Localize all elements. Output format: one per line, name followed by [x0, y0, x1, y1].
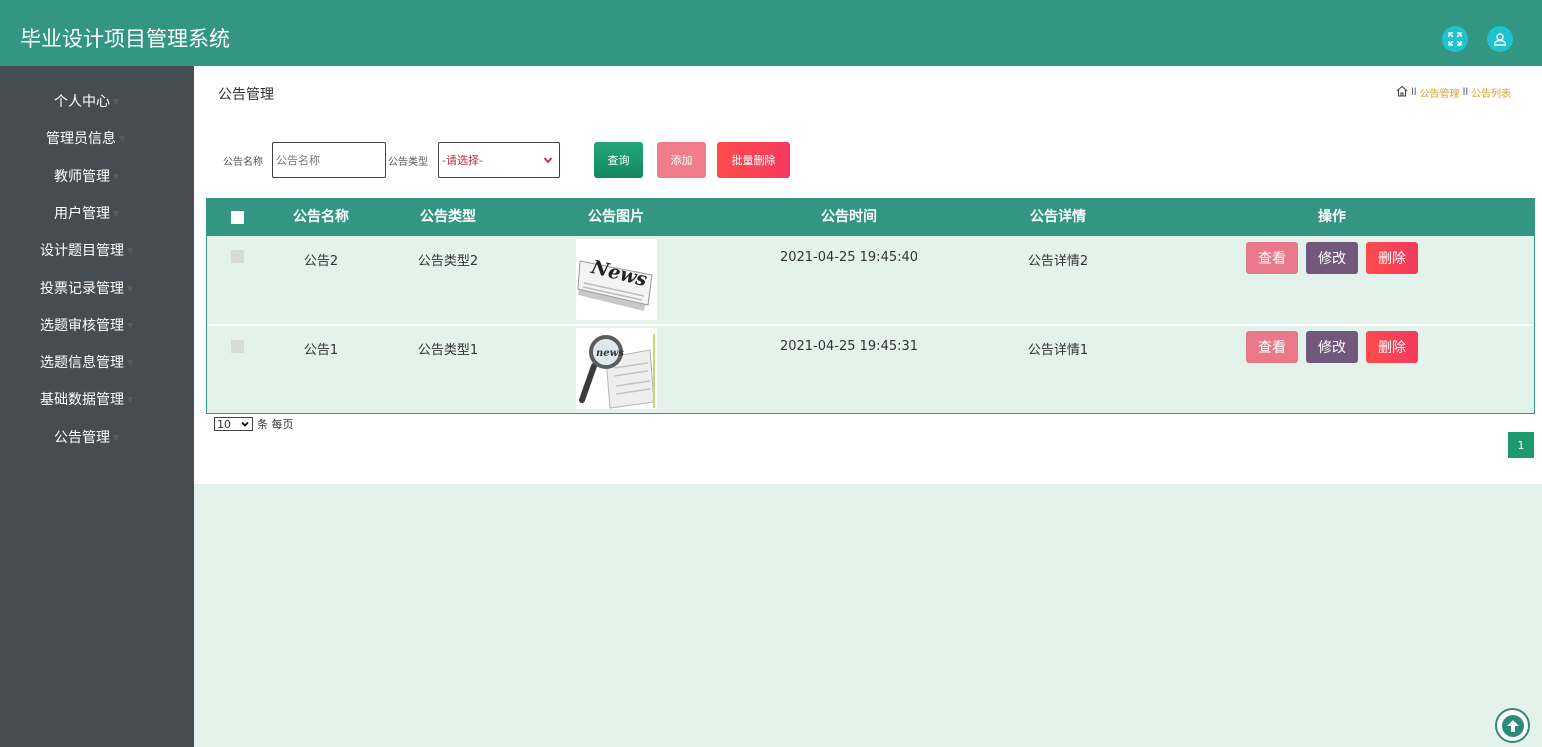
- cell-notice-time: 2021-04-25 19:45:31: [779, 339, 919, 354]
- sidebar-item-label: 教师管理: [54, 169, 110, 185]
- notice-name-input[interactable]: [272, 142, 386, 178]
- sidebar-item-design-topic-management[interactable]: 设计题目管理 ▼: [40, 238, 133, 262]
- edit-button[interactable]: 修改: [1306, 331, 1358, 363]
- view-button[interactable]: 查看: [1246, 242, 1298, 274]
- sidebar-item-notice-management[interactable]: 公告管理 ▼: [54, 425, 119, 449]
- page-size-value: 10: [217, 417, 231, 431]
- column-header-detail: 公告详情: [1030, 209, 1086, 225]
- column-header-type: 公告类型: [420, 209, 476, 225]
- column-header-actions: 操作: [1318, 209, 1346, 225]
- sidebar-item-label: 用户管理: [54, 206, 110, 222]
- notice-type-label: 公告类型: [388, 157, 428, 168]
- column-header-image: 公告图片: [588, 209, 644, 225]
- sidebar-item-label: 基础数据管理: [40, 392, 124, 408]
- sidebar-item-label: 投票记录管理: [40, 281, 124, 297]
- batch-delete-button[interactable]: 批量删除: [717, 142, 790, 178]
- sidebar-item-admin-info[interactable]: 管理员信息 ▼: [46, 126, 125, 150]
- sidebar-item-label: 选题审核管理: [40, 318, 124, 334]
- news-newspaper-image[interactable]: News: [576, 239, 657, 320]
- caret-down-icon: ▼: [113, 171, 120, 181]
- sidebar-item-label: 公告管理: [54, 430, 110, 446]
- page-size-select[interactable]: 10: [214, 417, 253, 431]
- breadcrumb-separator: ll: [1462, 87, 1469, 98]
- delete-button[interactable]: 删除: [1366, 242, 1418, 274]
- delete-button[interactable]: 删除: [1366, 331, 1418, 363]
- notice-type-selected: -请选择-: [442, 154, 483, 167]
- sidebar-item-topic-review-management[interactable]: 选题审核管理 ▼: [40, 313, 133, 337]
- svg-text:news: news: [596, 348, 624, 359]
- notice-name-label: 公告名称: [223, 157, 263, 168]
- page-number-button[interactable]: 1: [1508, 432, 1534, 458]
- cell-notice-detail: 公告详情1: [1027, 343, 1089, 358]
- home-icon[interactable]: [1396, 85, 1408, 100]
- cell-notice-time: 2021-04-25 19:45:40: [779, 250, 919, 265]
- caret-down-icon: ▼: [127, 245, 134, 255]
- sidebar-item-personal-center[interactable]: 个人中心 ▼: [54, 89, 119, 113]
- top-bar: [0, 0, 1542, 66]
- page-title: 公告管理: [218, 87, 274, 103]
- breadcrumb-separator: ll: [1411, 87, 1417, 98]
- sidebar-item-label: 选题信息管理: [40, 355, 124, 371]
- sidebar-item-base-data-management[interactable]: 基础数据管理 ▼: [40, 387, 133, 411]
- cell-notice-name: 公告2: [303, 254, 339, 269]
- edit-button[interactable]: 修改: [1306, 242, 1358, 274]
- column-header-name: 公告名称: [293, 209, 349, 225]
- sidebar-item-label: 管理员信息: [46, 131, 116, 147]
- caret-down-icon: ▼: [113, 208, 120, 218]
- sidebar-item-label: 个人中心: [54, 94, 110, 110]
- cell-notice-type: 公告类型1: [417, 343, 479, 358]
- breadcrumb-item[interactable]: 公告管理: [1420, 85, 1460, 100]
- sidebar-item-teacher-management[interactable]: 教师管理 ▼: [54, 164, 119, 188]
- notice-type-select[interactable]: -请选择-: [438, 142, 560, 178]
- caret-down-icon: ▼: [113, 432, 120, 442]
- arrow-up-icon: [1501, 714, 1524, 737]
- breadcrumb: ll 公告管理 ll 公告列表: [1396, 85, 1511, 100]
- user-icon[interactable]: [1487, 26, 1513, 52]
- caret-down-icon: ▼: [127, 320, 134, 330]
- query-button[interactable]: 查询: [594, 142, 643, 178]
- back-to-top-button[interactable]: [1495, 708, 1530, 743]
- news-magnifier-image[interactable]: news: [576, 328, 657, 409]
- breadcrumb-item: 公告列表: [1471, 89, 1512, 100]
- page-size-control: 10 条 每页: [214, 416, 294, 432]
- page-size-label: 条 每页: [257, 418, 294, 431]
- sidebar-item-topic-info-management[interactable]: 选题信息管理 ▼: [40, 350, 133, 374]
- caret-down-icon: ▼: [127, 283, 134, 293]
- row-checkbox[interactable]: [231, 340, 244, 353]
- chevron-down-icon: [241, 421, 249, 427]
- sidebar-item-vote-record-management[interactable]: 投票记录管理 ▼: [40, 276, 133, 300]
- row-divider: [207, 324, 1534, 326]
- cell-notice-name: 公告1: [303, 343, 339, 358]
- caret-down-icon: ▼: [113, 96, 120, 106]
- view-button[interactable]: 查看: [1246, 331, 1298, 363]
- row-checkbox[interactable]: [231, 250, 244, 263]
- caret-down-icon: ▼: [119, 133, 126, 143]
- fullscreen-icon[interactable]: [1442, 26, 1468, 52]
- cell-notice-detail: 公告详情2: [1027, 254, 1089, 269]
- sidebar-item-label: 设计题目管理: [40, 243, 124, 259]
- cell-notice-type: 公告类型2: [417, 254, 479, 269]
- select-all-checkbox[interactable]: [231, 211, 244, 224]
- caret-down-icon: ▼: [127, 357, 134, 367]
- column-header-time: 公告时间: [821, 209, 877, 225]
- app-title: 毕业设计项目管理系统: [20, 27, 230, 51]
- caret-down-icon: ▼: [127, 394, 134, 404]
- add-button[interactable]: 添加: [657, 142, 706, 178]
- chevron-down-icon: [543, 157, 553, 164]
- sidebar-item-user-management[interactable]: 用户管理 ▼: [54, 201, 119, 225]
